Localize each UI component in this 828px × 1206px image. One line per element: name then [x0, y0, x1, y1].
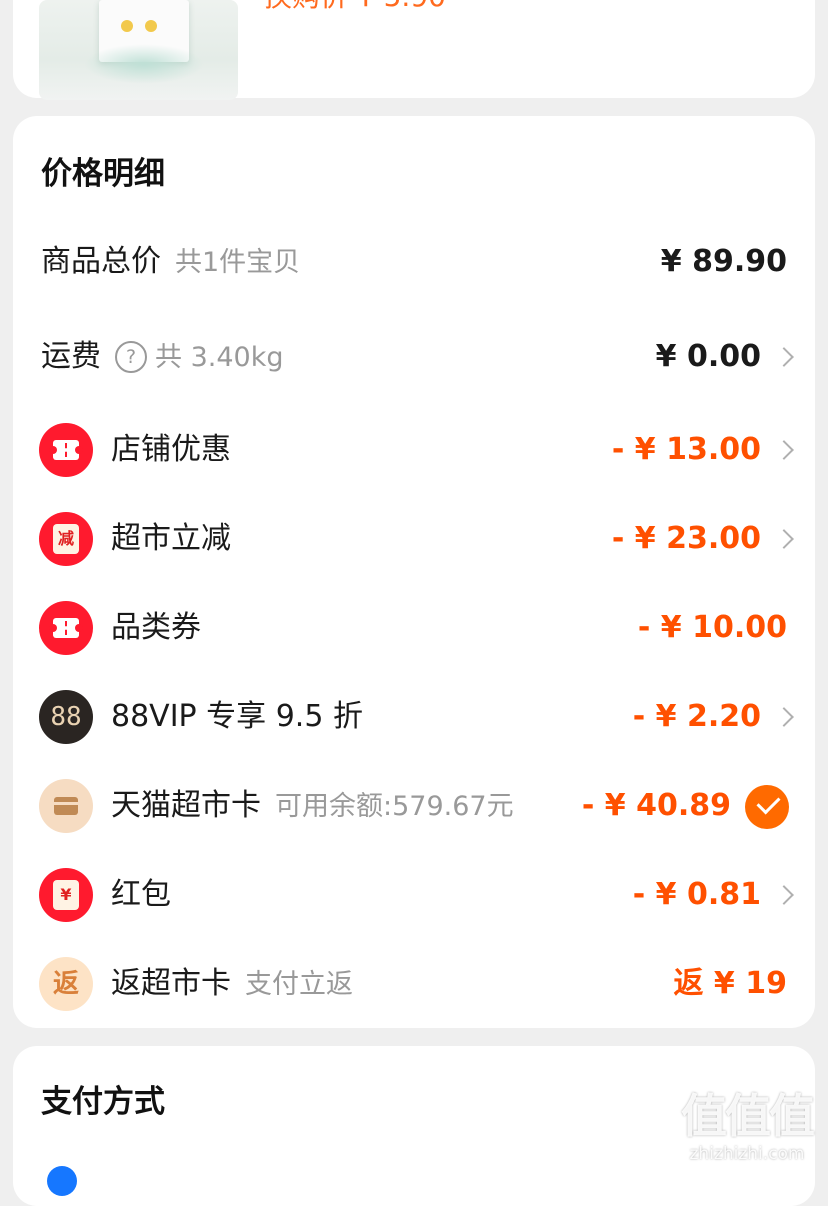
price-row-return-market-card: 返 返超市卡 支付立返 返 ¥ 19 [13, 954, 815, 1014]
row-label: 运费 [41, 339, 101, 374]
row-sub: 可用余额:579.67元 [275, 791, 514, 822]
row-value: ¥ 0.00 [655, 339, 761, 374]
alipay-icon [47, 1166, 77, 1196]
row-label: 商品总价 [41, 244, 161, 279]
chevron-right-icon[interactable] [761, 687, 815, 747]
price-detail-card: 价格明细 商品总价 共1件宝贝 ¥ 89.90 运费? 共 3.40kg ¥ 0.0… [13, 116, 815, 1028]
row-label: 店铺优惠 [111, 432, 231, 467]
row-label: 品类券 [111, 610, 201, 645]
row-sub: 支付立返 [245, 969, 353, 1000]
row-sub: 共 3.40kg [155, 342, 284, 373]
question-circle-icon[interactable]: ? [115, 341, 147, 373]
check-circle-icon[interactable] [745, 785, 789, 829]
row-value: - ¥ 13.00 [611, 432, 761, 467]
price-row-tmall-market-card[interactable]: 天猫超市卡 可用余额:579.67元 - ¥ 40.89 [13, 776, 815, 836]
price-row-shipping[interactable]: 运费? 共 3.40kg ¥ 0.00 [13, 327, 815, 387]
payment-method-title: 支付方式 [41, 1084, 165, 1120]
row-label: 天猫超市卡 [111, 788, 261, 823]
chevron-right-icon[interactable] [761, 327, 815, 387]
product-image-splash [84, 44, 204, 84]
price-row-store-discount[interactable]: 店铺优惠 - ¥ 13.00 [13, 420, 815, 480]
row-label: 返超市卡 [111, 966, 231, 1001]
site-watermark-logo: 值值值 zhizhizhi.com [681, 1089, 815, 1164]
row-label: 超市立减 [111, 521, 231, 556]
chevron-right-icon[interactable] [761, 420, 815, 480]
row-label: 88VIP 专享 9.5 折 [111, 699, 363, 734]
product-card: 换购价 ¥ 5.90 [13, 0, 815, 100]
row-value: - ¥ 10.00 [637, 610, 787, 645]
row-label: 红包 [111, 877, 171, 912]
row-value: - ¥ 2.20 [632, 699, 761, 734]
gold-card-icon [39, 779, 93, 833]
price-row-88vip[interactable]: 88 88VIP 专享 9.5 折 - ¥ 2.20 [13, 687, 815, 747]
exchange-price-text: 换购价 ¥ 5.90 [264, 0, 446, 14]
row-value: - ¥ 23.00 [611, 521, 761, 556]
product-thumbnail[interactable] [39, 0, 238, 100]
red-envelope-icon: 减 [39, 512, 93, 566]
product-image-dot [121, 20, 133, 32]
row-value: 返 ¥ 19 [673, 966, 787, 1001]
red-ticket-icon [39, 601, 93, 655]
price-row-market-reduction[interactable]: 减 超市立减 - ¥ 23.00 [13, 509, 815, 569]
product-image-dot [145, 20, 157, 32]
chevron-right-icon[interactable] [761, 865, 815, 925]
return-badge-icon: 返 [39, 957, 93, 1011]
row-value: - ¥ 40.89 [581, 788, 731, 823]
price-row-goods-total: 商品总价 共1件宝贝 ¥ 89.90 [13, 232, 815, 292]
row-value: ¥ 89.90 [660, 244, 787, 279]
price-row-category-coupon: 品类券 - ¥ 10.00 [13, 598, 815, 658]
row-value: - ¥ 0.81 [632, 877, 761, 912]
vip-88-icon: 88 [39, 690, 93, 744]
row-sub: 共1件宝贝 [175, 247, 301, 278]
red-ticket-icon [39, 423, 93, 477]
price-detail-title: 价格明细 [41, 156, 165, 192]
chevron-right-icon[interactable] [761, 509, 815, 569]
red-envelope-icon: ¥ [39, 868, 93, 922]
price-row-red-packet[interactable]: ¥ 红包 - ¥ 0.81 [13, 865, 815, 925]
